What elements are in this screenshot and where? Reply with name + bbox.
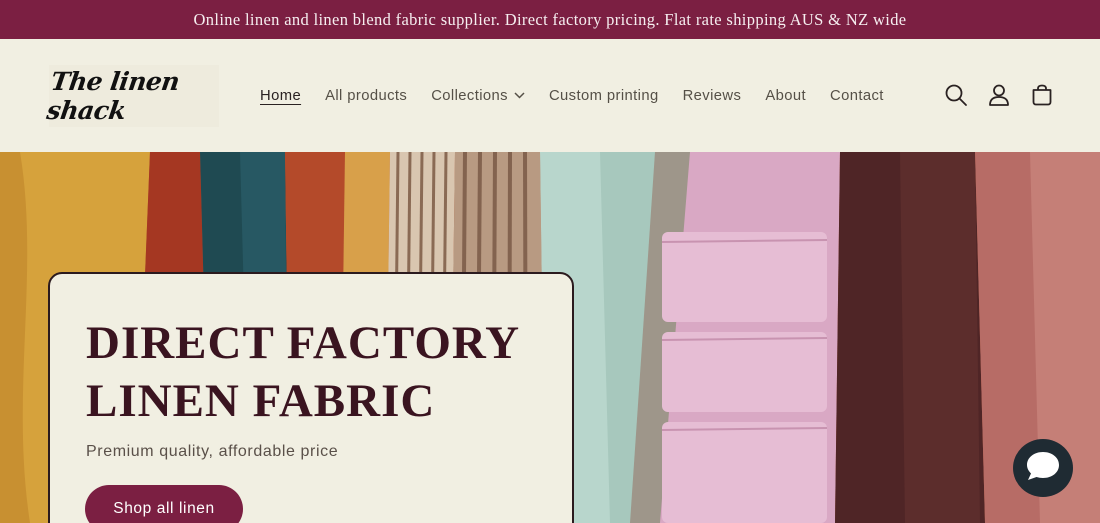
nav-item-home[interactable]: Home <box>248 88 313 104</box>
nav-item-reviews[interactable]: Reviews <box>671 88 754 104</box>
logo-text: The linen shack <box>44 67 182 125</box>
nav-item-all-products[interactable]: All products <box>313 88 419 104</box>
nav-item-custom-printing[interactable]: Custom printing <box>537 88 671 104</box>
chat-widget-button[interactable] <box>1013 439 1073 497</box>
logo[interactable]: The linen shack <box>45 65 219 127</box>
chevron-down-icon <box>514 92 525 99</box>
site-header: The linen shack Home All products Collec… <box>0 39 1100 152</box>
cart-icon[interactable] <box>1030 83 1054 107</box>
nav-item-contact[interactable]: Contact <box>818 88 896 104</box>
search-icon[interactable] <box>944 83 968 107</box>
hero-subtitle: Premium quality, affordable price <box>86 443 339 460</box>
shop-all-linen-button[interactable]: Shop all linen <box>85 485 243 523</box>
chat-bubble-icon <box>1025 450 1061 487</box>
announcement-text: Online linen and linen blend fabric supp… <box>193 9 907 29</box>
account-icon[interactable] <box>987 83 1011 107</box>
nav-item-about[interactable]: About <box>753 88 818 104</box>
main-nav: Home All products Collections Custom pri… <box>248 39 896 152</box>
hero-card: DIRECT FACTORY LINEN FABRIC Premium qual… <box>48 272 574 523</box>
hero-title: DIRECT FACTORY LINEN FABRIC <box>86 317 519 427</box>
announcement-bar: Online linen and linen blend fabric supp… <box>0 0 1100 39</box>
nav-item-collections[interactable]: Collections <box>419 88 537 104</box>
